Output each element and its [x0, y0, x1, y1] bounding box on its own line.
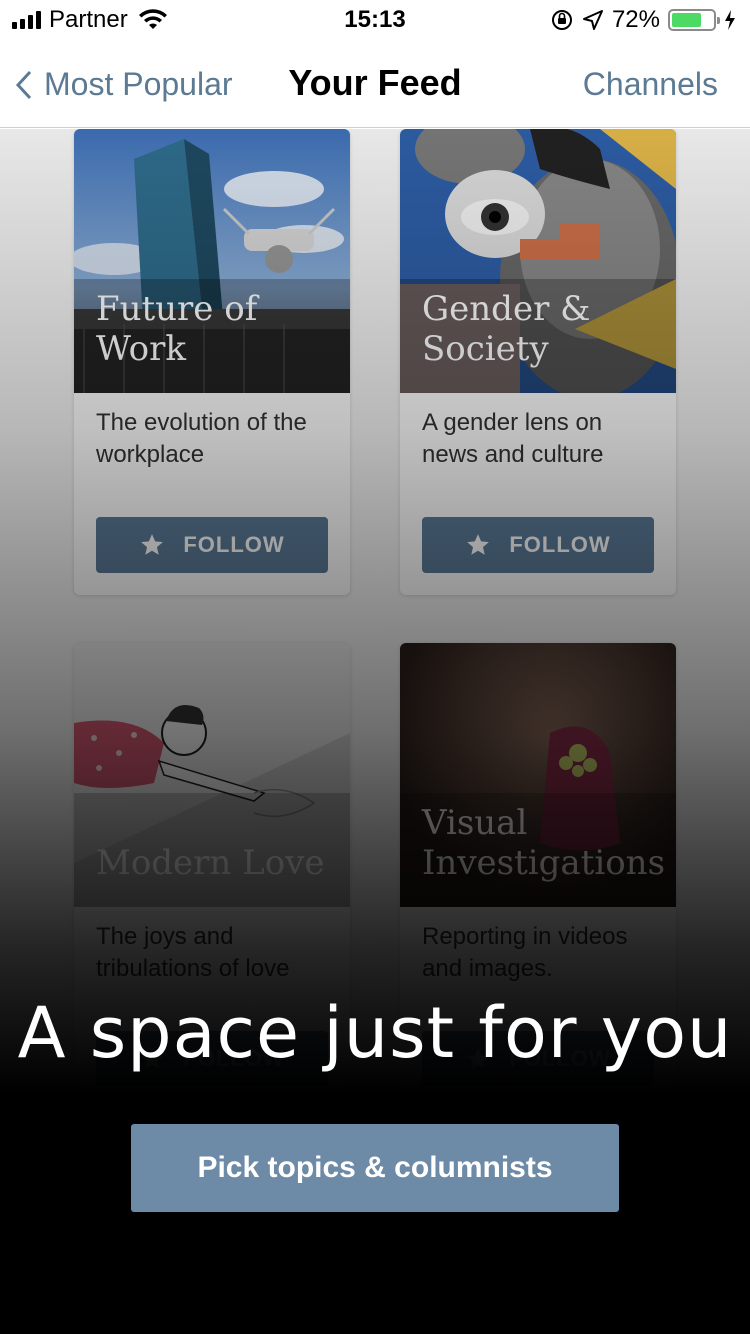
battery-fill — [672, 13, 701, 27]
channels-button[interactable]: Channels — [583, 66, 718, 103]
location-arrow-icon — [582, 10, 603, 30]
follow-label: FOLLOW — [183, 532, 285, 557]
channel-card-gender-society[interactable]: Gender & Society A gender lens on news a… — [400, 129, 676, 595]
nav-bar: Most Popular Your Feed Channels — [0, 40, 750, 128]
card-description: A gender lens on news and culture — [422, 409, 604, 468]
card-title: Gender & Society — [422, 289, 591, 369]
status-right: 72% — [550, 6, 736, 34]
charging-bolt-icon — [725, 10, 735, 30]
channel-card-future-of-work[interactable]: Future of Work The evolution of the work… — [74, 129, 350, 595]
battery-percent: 72% — [611, 6, 660, 33]
card-image: Gender & Society — [400, 129, 676, 393]
follow-button[interactable]: FOLLOW — [422, 517, 654, 573]
follow-label: FOLLOW — [509, 532, 611, 557]
chevron-left-icon — [15, 70, 32, 99]
battery-icon — [668, 9, 720, 31]
back-button[interactable]: Most Popular — [14, 66, 233, 103]
star-icon — [141, 534, 164, 555]
onboarding-headline: A space just for you — [17, 992, 733, 1074]
card-description: The evolution of the workplace — [96, 409, 307, 468]
orientation-lock-icon — [551, 10, 572, 30]
card-image: Modern Love — [74, 643, 350, 907]
card-title: Future of Work — [96, 289, 258, 369]
star-icon — [467, 534, 490, 555]
pick-topics-button[interactable]: Pick topics & columnists — [131, 1124, 619, 1212]
follow-button[interactable]: FOLLOW — [96, 517, 328, 573]
card-image: Future of Work — [74, 129, 350, 393]
card-title: Modern Love — [96, 843, 325, 883]
card-image: Visual Investigations — [400, 643, 676, 907]
card-title: Visual Investigations — [422, 803, 666, 883]
back-label: Most Popular — [44, 66, 233, 102]
status-bar: Partner 15:13 72% — [0, 0, 750, 40]
